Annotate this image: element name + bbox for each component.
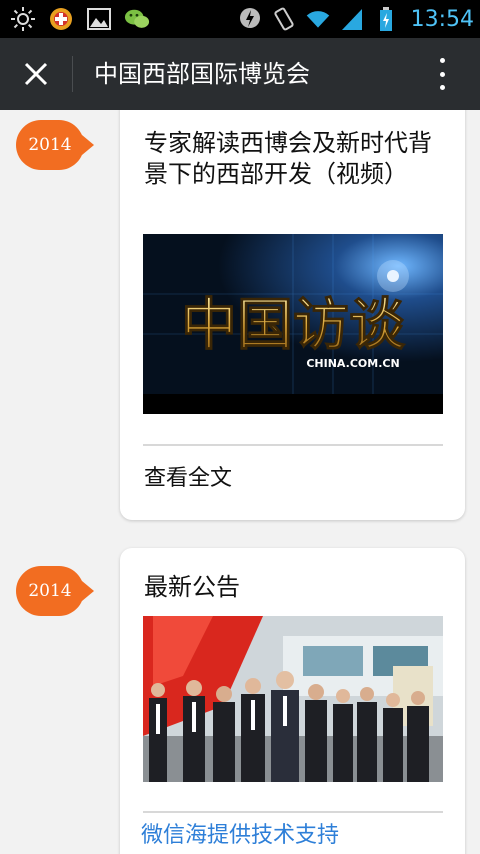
more-dot-icon bbox=[439, 85, 445, 90]
article-thumbnail[interactable] bbox=[143, 616, 443, 782]
status-clock: 13:54 bbox=[410, 6, 474, 32]
battery-icon bbox=[373, 6, 399, 32]
more-options-button[interactable] bbox=[432, 54, 452, 94]
read-more-link[interactable]: 查看全文 bbox=[144, 464, 232, 494]
status-bar: 13:54 bbox=[0, 0, 480, 38]
article-card[interactable]: 专家解读西博会及新时代背景下的西部开发（视频） 中国访谈 CHINA.COM.C… bbox=[120, 110, 465, 520]
card-divider bbox=[143, 444, 443, 446]
title-divider bbox=[72, 56, 73, 92]
svg-text:中国访谈: 中国访谈 bbox=[181, 292, 406, 358]
year-badge: 2014 bbox=[16, 566, 94, 616]
article-card[interactable]: 最新公告 bbox=[120, 548, 465, 854]
title-bar: 中国西部国际博览会 bbox=[0, 38, 480, 110]
exhibition-photo bbox=[143, 616, 443, 782]
page-title: 中国西部国际博览会 bbox=[94, 60, 310, 88]
wifi-icon bbox=[305, 6, 331, 32]
year-badge: 2014 bbox=[16, 120, 94, 170]
tech-support-link[interactable]: 微信海提供技术支持 bbox=[0, 818, 480, 854]
article-title[interactable]: 专家解读西博会及新时代背景下的西部开发（视频） bbox=[144, 128, 445, 190]
article-title[interactable]: 最新公告 bbox=[144, 572, 445, 603]
more-dot-icon bbox=[439, 71, 445, 77]
vibrate-icon bbox=[271, 6, 297, 32]
wechat-icon bbox=[124, 6, 150, 32]
close-icon bbox=[24, 62, 48, 86]
notification-icon bbox=[237, 6, 263, 32]
video-still-image: 中国访谈 CHINA.COM.CN bbox=[143, 234, 443, 414]
card-divider bbox=[143, 811, 443, 813]
gallery-icon bbox=[86, 6, 112, 32]
app-plus-icon bbox=[48, 6, 74, 32]
signal-icon bbox=[339, 6, 365, 32]
brightness-icon bbox=[10, 6, 36, 32]
svg-text:CHINA.COM.CN: CHINA.COM.CN bbox=[306, 357, 399, 370]
article-thumbnail[interactable]: 中国访谈 CHINA.COM.CN bbox=[143, 234, 443, 414]
timeline: 2014 专家解读西博会及新时代背景下的西部开发（视频） 中国访谈 CHINA.… bbox=[0, 110, 480, 854]
more-dot-icon bbox=[439, 58, 445, 63]
close-button[interactable] bbox=[14, 54, 58, 94]
